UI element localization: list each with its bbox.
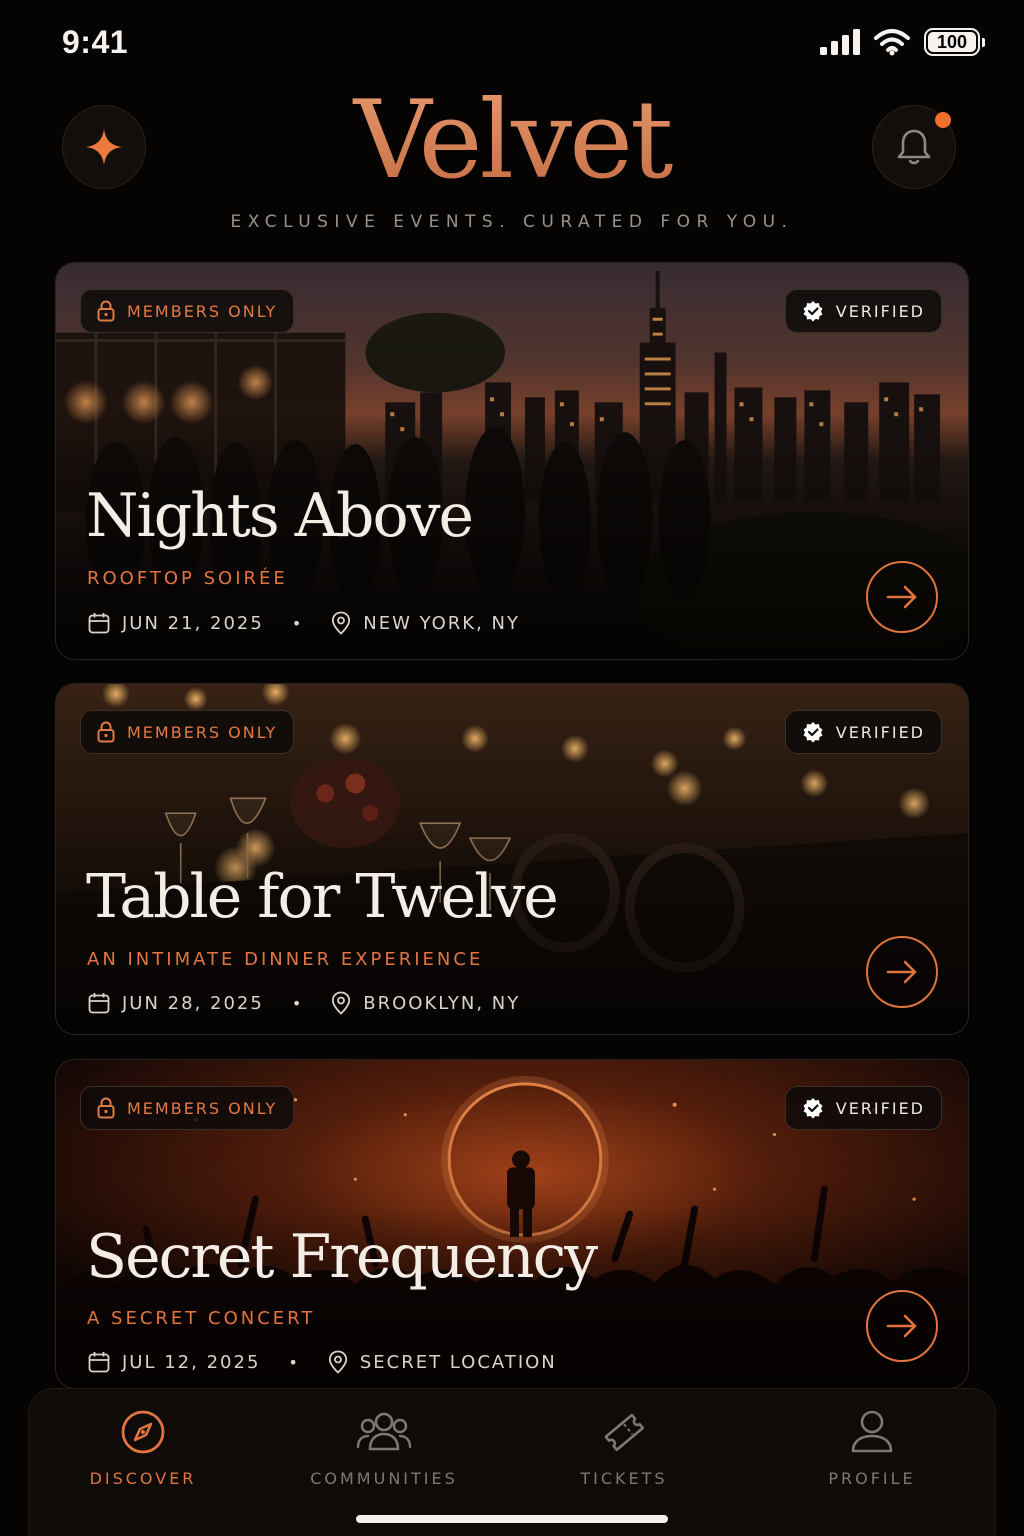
- verified-badge: VERIFIED: [784, 1086, 942, 1130]
- nav-label-communities: COMMUNITIES: [310, 1469, 458, 1488]
- event-title: Secret Frequency: [86, 1222, 598, 1292]
- event-meta: JUN 21, 2025 • NEW YORK, NY: [88, 611, 520, 635]
- nav-label-tickets: TICKETS: [580, 1469, 668, 1488]
- bell-icon: [897, 129, 931, 165]
- verified-check-icon: [803, 1098, 823, 1119]
- event-date: JUL 12, 2025: [122, 1351, 261, 1373]
- verified-check-icon: [803, 722, 823, 743]
- status-time: 9:41: [62, 24, 129, 60]
- user-icon: [851, 1410, 893, 1453]
- event-card-nights-above[interactable]: MEMBERS ONLY VERIFIED Nights Above ROOFT…: [55, 262, 969, 660]
- event-location: NEW YORK, NY: [363, 612, 521, 634]
- calendar-icon: [88, 993, 110, 1014]
- event-subtitle: AN INTIMATE DINNER EXPERIENCE: [87, 949, 484, 970]
- users-icon: [356, 1412, 412, 1451]
- location-pin-icon: [328, 1350, 347, 1374]
- location-pin-icon: [332, 991, 351, 1015]
- location-pin-icon: [332, 611, 351, 635]
- wifi-icon: [874, 29, 910, 56]
- arrow-right-icon: [886, 1314, 917, 1338]
- verified-badge: VERIFIED: [784, 710, 942, 754]
- verified-check-icon: [803, 301, 823, 322]
- event-date: JUN 21, 2025: [122, 612, 264, 634]
- event-title: Table for Twelve: [86, 862, 559, 932]
- members-only-badge: MEMBERS ONLY: [80, 710, 295, 754]
- nav-label-profile: PROFILE: [828, 1469, 916, 1488]
- members-only-label: MEMBERS ONLY: [127, 301, 278, 321]
- members-only-label: MEMBERS ONLY: [127, 722, 278, 742]
- nav-item-profile[interactable]: PROFILE: [762, 1409, 982, 1488]
- open-event-button[interactable]: [866, 561, 938, 633]
- event-card-secret-frequency[interactable]: MEMBERS ONLY VERIFIED Secret Frequency A…: [55, 1059, 969, 1389]
- event-subtitle: A SECRET CONCERT: [87, 1308, 316, 1329]
- signal-icon: [820, 29, 860, 55]
- notification-dot: [935, 112, 951, 128]
- lock-icon: [97, 1097, 115, 1119]
- calendar-icon: [88, 1352, 110, 1373]
- members-only-label: MEMBERS ONLY: [127, 1098, 278, 1118]
- open-event-button[interactable]: [866, 936, 938, 1008]
- battery-level: 100: [936, 31, 968, 52]
- bottom-nav: DISCOVER COMMUNITIES TICKETS PROFILE: [28, 1388, 996, 1536]
- nav-label-discover: DISCOVER: [89, 1469, 197, 1488]
- lock-icon: [97, 300, 115, 322]
- ticket-icon: [604, 1413, 645, 1452]
- members-only-badge: MEMBERS ONLY: [80, 289, 295, 333]
- event-card-table-for-twelve[interactable]: MEMBERS ONLY VERIFIED Table for Twelve A…: [55, 683, 969, 1035]
- nav-item-discover[interactable]: DISCOVER: [33, 1409, 253, 1488]
- event-location: SECRET LOCATION: [359, 1351, 557, 1373]
- calendar-icon: [88, 613, 110, 634]
- nav-item-tickets[interactable]: TICKETS: [514, 1409, 734, 1488]
- verified-label: VERIFIED: [835, 301, 925, 321]
- arrow-right-icon: [886, 960, 917, 984]
- event-meta: JUN 28, 2025 • BROOKLYN, NY: [88, 991, 520, 1015]
- home-indicator[interactable]: [356, 1515, 668, 1523]
- lock-icon: [97, 721, 115, 743]
- verified-label: VERIFIED: [835, 722, 925, 742]
- event-subtitle: ROOFTOP SOIRÉE: [87, 568, 288, 589]
- event-title: Nights Above: [86, 481, 474, 551]
- status-icons: 100: [820, 28, 985, 56]
- arrow-right-icon: [886, 585, 917, 609]
- nav-item-communities[interactable]: COMMUNITIES: [274, 1409, 494, 1488]
- tagline: EXCLUSIVE EVENTS. CURATED FOR YOU.: [230, 212, 794, 232]
- status-bar: 9:41 100: [0, 0, 1024, 90]
- compass-icon: [121, 1410, 165, 1454]
- event-location: BROOKLYN, NY: [363, 992, 521, 1014]
- verified-badge: VERIFIED: [784, 289, 942, 333]
- verified-label: VERIFIED: [835, 1098, 925, 1118]
- event-meta: JUL 12, 2025 • SECRET LOCATION: [88, 1350, 557, 1374]
- notifications-button[interactable]: [872, 105, 956, 189]
- event-date: JUN 28, 2025: [122, 992, 264, 1014]
- open-event-button[interactable]: [866, 1290, 938, 1362]
- brand-logo: Velvet: [0, 78, 1024, 203]
- members-only-badge: MEMBERS ONLY: [80, 1086, 295, 1130]
- battery-icon: 100: [924, 28, 985, 56]
